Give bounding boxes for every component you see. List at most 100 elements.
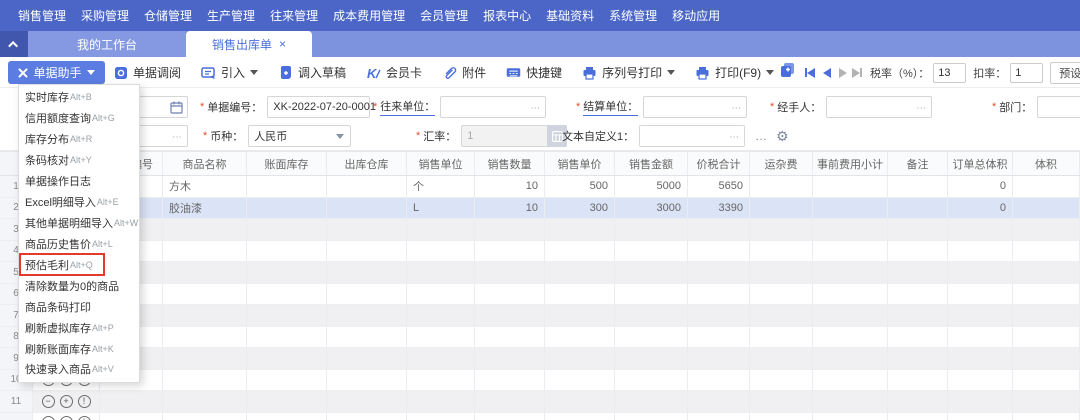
table-cell[interactable] xyxy=(948,391,1013,412)
table-cell[interactable] xyxy=(1013,326,1080,347)
column-header[interactable]: 备注 xyxy=(888,152,948,175)
table-cell[interactable] xyxy=(327,197,407,218)
top-menu-item[interactable]: 系统管理 xyxy=(609,7,657,24)
table-cell[interactable] xyxy=(545,262,615,283)
table-cell[interactable] xyxy=(475,412,545,420)
column-header[interactable]: 订单总体积 xyxy=(948,152,1013,175)
discount-rate-input[interactable]: 1 xyxy=(1010,62,1044,83)
first-record-icon[interactable] xyxy=(805,67,815,78)
table-cell[interactable] xyxy=(475,326,545,347)
column-header[interactable]: 事前费用小计 xyxy=(813,152,888,175)
table-cell[interactable] xyxy=(163,219,247,240)
table-cell[interactable] xyxy=(1013,262,1080,283)
table-cell[interactable] xyxy=(888,262,948,283)
table-cell[interactable] xyxy=(475,305,545,326)
table-cell[interactable] xyxy=(1013,219,1080,240)
table-cell[interactable] xyxy=(948,305,1013,326)
table-cell[interactable] xyxy=(1013,369,1080,390)
toolbar-button[interactable]: 引入 xyxy=(201,64,259,81)
table-cell[interactable] xyxy=(1013,176,1080,197)
info-row-icon[interactable]: ! xyxy=(77,416,91,420)
table-cell[interactable] xyxy=(813,391,888,412)
table-row[interactable]: 8−+! xyxy=(0,326,1080,348)
customer-input[interactable]: … xyxy=(440,96,547,118)
menu-item[interactable]: 库存分布 Alt+R xyxy=(19,129,139,150)
column-header[interactable]: 销售单位 xyxy=(407,152,475,175)
table-cell[interactable] xyxy=(813,283,888,304)
copy-document-icon[interactable] xyxy=(780,62,796,83)
currency-select[interactable]: 人民币 xyxy=(248,125,352,147)
table-cell[interactable] xyxy=(888,240,948,261)
table-cell[interactable] xyxy=(1013,197,1080,218)
table-cell[interactable] xyxy=(615,240,688,261)
top-menu-item[interactable]: 销售管理 xyxy=(18,7,66,24)
remove-row-icon[interactable]: − xyxy=(41,416,55,420)
info-row-icon[interactable]: ! xyxy=(77,394,91,408)
column-header[interactable]: 价税合计 xyxy=(688,152,750,175)
table-cell[interactable] xyxy=(475,219,545,240)
table-cell[interactable] xyxy=(163,240,247,261)
table-cell[interactable] xyxy=(750,369,813,390)
table-cell[interactable] xyxy=(948,348,1013,369)
table-cell[interactable] xyxy=(615,219,688,240)
table-cell[interactable] xyxy=(888,412,948,420)
add-row-icon[interactable]: + xyxy=(59,394,73,408)
table-cell[interactable] xyxy=(545,348,615,369)
table-cell[interactable] xyxy=(948,262,1013,283)
table-row[interactable]: 5−+! xyxy=(0,262,1080,284)
toolbar-button[interactable]: 快捷键 xyxy=(506,64,562,81)
table-row[interactable]: 6−+! xyxy=(0,283,1080,305)
table-cell[interactable] xyxy=(888,326,948,347)
table-cell[interactable]: 5000 xyxy=(615,176,688,197)
menu-item[interactable]: 单据操作日志 xyxy=(19,171,139,192)
toolbar-button[interactable]: 打印(F9) xyxy=(695,64,775,81)
table-cell[interactable] xyxy=(615,283,688,304)
add-row-icon[interactable]: + xyxy=(59,416,73,420)
collapse-tabs-button[interactable] xyxy=(0,31,28,57)
gear-icon[interactable]: ⚙ xyxy=(776,125,789,147)
table-cell[interactable] xyxy=(247,348,327,369)
table-cell[interactable] xyxy=(1013,412,1080,420)
last-record-icon[interactable] xyxy=(852,67,862,78)
table-cell[interactable] xyxy=(948,240,1013,261)
preset-price-button[interactable]: 预设售价 xyxy=(1050,61,1080,84)
lookup-ellipsis-icon[interactable]: … xyxy=(530,101,541,112)
table-row[interactable]: 7−+! xyxy=(0,305,1080,327)
table-cell[interactable] xyxy=(327,369,407,390)
table-cell[interactable]: 3390 xyxy=(688,197,750,218)
lookup-ellipsis-icon[interactable]: … xyxy=(916,101,927,112)
table-cell[interactable] xyxy=(1013,348,1080,369)
customer-label-link[interactable]: 往来单位： xyxy=(380,98,436,116)
table-cell[interactable] xyxy=(247,412,327,420)
table-cell[interactable] xyxy=(545,412,615,420)
top-menu-item[interactable]: 基础资料 xyxy=(546,7,594,24)
table-cell[interactable] xyxy=(247,176,327,197)
table-cell[interactable] xyxy=(750,326,813,347)
table-cell[interactable] xyxy=(813,240,888,261)
menu-item[interactable]: 实时库存 Alt+B xyxy=(19,87,139,108)
remove-row-icon[interactable]: − xyxy=(41,394,55,408)
table-cell[interactable] xyxy=(545,240,615,261)
table-cell[interactable] xyxy=(407,348,475,369)
table-row[interactable]: 4−+! xyxy=(0,240,1080,262)
table-cell[interactable] xyxy=(813,262,888,283)
table-cell[interactable] xyxy=(688,326,750,347)
table-cell[interactable] xyxy=(948,369,1013,390)
table-row[interactable]: 2−+!胶油漆L10300300033900 xyxy=(0,197,1080,219)
table-cell[interactable] xyxy=(407,369,475,390)
table-cell[interactable] xyxy=(163,326,247,347)
table-cell[interactable] xyxy=(163,262,247,283)
table-cell[interactable] xyxy=(407,262,475,283)
table-cell[interactable] xyxy=(1013,283,1080,304)
top-menu-item[interactable]: 成本费用管理 xyxy=(333,7,405,24)
table-cell[interactable] xyxy=(1013,240,1080,261)
table-cell[interactable] xyxy=(888,305,948,326)
table-cell[interactable] xyxy=(688,391,750,412)
table-cell[interactable]: 10 xyxy=(475,176,545,197)
top-menu-item[interactable]: 生产管理 xyxy=(207,7,255,24)
tab-sales-outbound[interactable]: 销售出库单 × xyxy=(186,31,312,57)
table-cell[interactable] xyxy=(615,326,688,347)
toolbar-button[interactable]: 序列号打印 xyxy=(582,64,676,81)
tax-rate-input[interactable]: 13 xyxy=(933,62,967,83)
table-cell[interactable] xyxy=(888,348,948,369)
